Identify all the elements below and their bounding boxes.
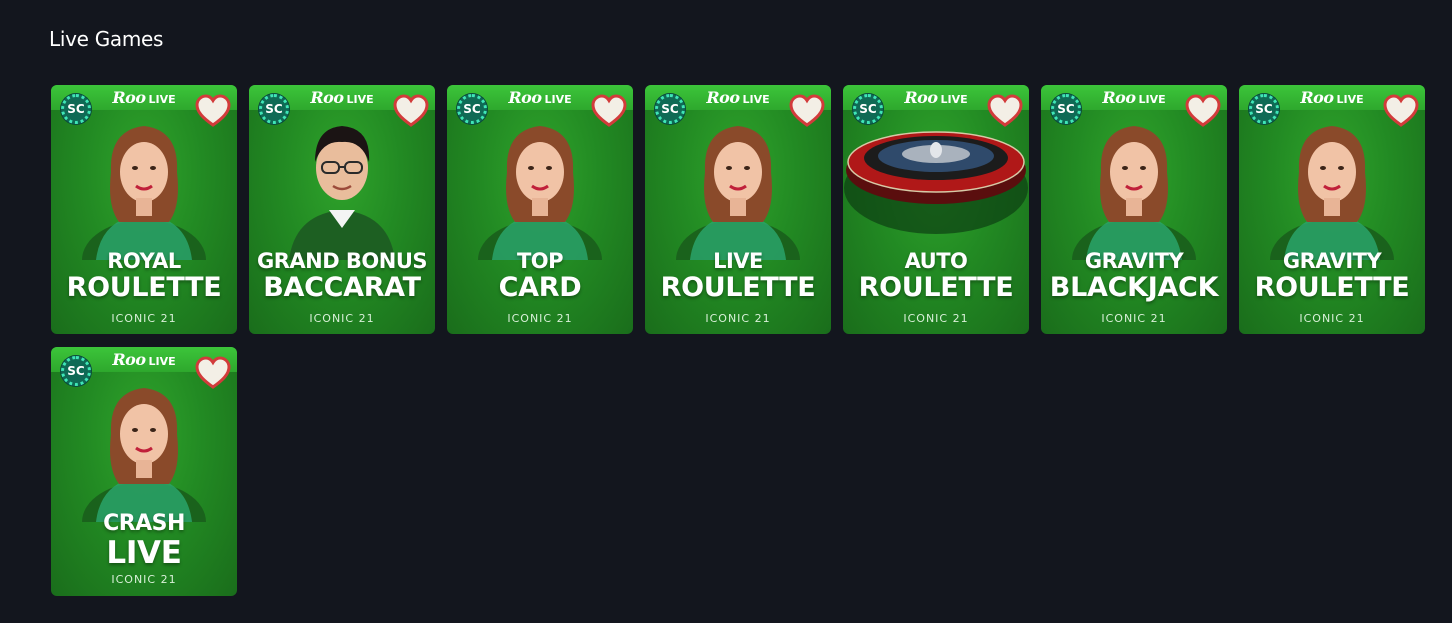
game-provider: ICONIC 21 (309, 312, 375, 325)
brand-roo: Roo (706, 88, 740, 107)
game-provider: ICONIC 21 (507, 312, 573, 325)
sc-coin-icon: SC (457, 94, 487, 124)
game-title-line1: AUTO (904, 249, 968, 273)
brand-roo: Roo (310, 88, 344, 107)
brand-live: LIVE (1138, 93, 1166, 106)
game-provider: ICONIC 21 (1299, 312, 1365, 325)
brand-roo: Roo (1102, 88, 1136, 107)
sc-label: SC (1057, 102, 1075, 116)
game-grid: Roo LIVE SC ROYAL ROULETTE ICONIC 21 Roo LIVE S… (51, 85, 1431, 596)
game-title-line2: BACCARAT (263, 272, 421, 303)
game-card[interactable]: Roo LIVE SC LIVE ROULETTE ICONIC 21 (645, 85, 831, 334)
roo-live-logo: Roo LIVE (112, 350, 175, 370)
favorite-heart-icon[interactable] (987, 94, 1023, 128)
sc-label: SC (67, 102, 85, 116)
sc-coin-icon: SC (853, 94, 883, 124)
game-card[interactable]: Roo LIVE SC TOP CARD ICONIC 21 (447, 85, 633, 334)
dealer-illustration (1072, 126, 1196, 300)
roo-live-logo: Roo LIVE (904, 88, 967, 108)
favorite-heart-icon[interactable] (1383, 94, 1419, 128)
game-provider: ICONIC 21 (903, 312, 969, 325)
sc-coin-icon: SC (655, 94, 685, 124)
dealer-illustration (1270, 126, 1394, 300)
game-artwork (843, 110, 1029, 260)
brand-live: LIVE (1336, 93, 1364, 106)
roo-live-logo: Roo LIVE (1300, 88, 1363, 108)
game-artwork (249, 110, 435, 260)
game-card[interactable]: Roo LIVE SC ROYAL ROULETTE ICONIC 21 (51, 85, 237, 334)
brand-roo: Roo (112, 350, 146, 369)
dealer-illustration (289, 126, 395, 260)
favorite-heart-icon[interactable] (591, 94, 627, 128)
brand-live: LIVE (148, 355, 176, 368)
roo-live-logo: Roo LIVE (706, 88, 769, 108)
sc-coin-icon: SC (61, 94, 91, 124)
sc-label: SC (859, 102, 877, 116)
game-artwork (447, 110, 633, 300)
favorite-heart-icon[interactable] (789, 94, 825, 128)
brand-live: LIVE (148, 93, 176, 106)
game-title-line1: GRAND BONUS (256, 249, 428, 273)
sc-label: SC (1255, 102, 1273, 116)
game-provider: ICONIC 21 (705, 312, 771, 325)
favorite-heart-icon[interactable] (393, 94, 429, 128)
brand-roo: Roo (508, 88, 542, 107)
game-artwork (1239, 110, 1425, 300)
sc-coin-icon: SC (61, 356, 91, 386)
game-title-line1: CRASH (103, 511, 185, 536)
brand-live: LIVE (346, 93, 374, 106)
brand-roo: Roo (904, 88, 938, 107)
favorite-heart-icon[interactable] (1185, 94, 1221, 128)
roo-live-logo: Roo LIVE (310, 88, 373, 108)
game-card[interactable]: Roo LIVE SC GRAND BONUS BACCARAT ICONIC 21 (249, 85, 435, 334)
favorite-heart-icon[interactable] (195, 356, 231, 390)
sc-label: SC (661, 102, 679, 116)
dealer-illustration (82, 388, 206, 562)
brand-roo: Roo (112, 88, 146, 107)
game-artwork (51, 110, 237, 300)
game-title-line2: ROULETTE (66, 272, 222, 303)
roo-live-logo: Roo LIVE (112, 88, 175, 108)
game-provider: ICONIC 21 (111, 312, 177, 325)
game-title-line1: ROYAL (107, 249, 181, 273)
game-artwork (51, 372, 237, 562)
roo-live-logo: Roo LIVE (1102, 88, 1165, 108)
game-card[interactable]: Roo LIVE SC GRAVITY BLACKJACK ICONIC 21 (1041, 85, 1227, 334)
game-provider: ICONIC 21 (111, 573, 177, 586)
sc-label: SC (67, 364, 85, 378)
game-title-line2: LIVE (106, 535, 182, 571)
game-title-line1: TOP (516, 249, 564, 273)
game-provider: ICONIC 21 (1101, 312, 1167, 325)
sc-label: SC (463, 102, 481, 116)
roulette-wheel-illustration (844, 131, 1028, 234)
game-artwork (645, 110, 831, 300)
section-title: Live Games (49, 27, 164, 51)
game-title-line2: BLACKJACK (1049, 272, 1219, 303)
brand-roo: Roo (1300, 88, 1334, 107)
brand-live: LIVE (940, 93, 968, 106)
game-title-line2: CARD (498, 272, 582, 303)
game-card[interactable]: Roo LIVE SC CRASH LIVE ICONIC 21 (51, 347, 237, 596)
sc-coin-icon: SC (259, 94, 289, 124)
game-card[interactable]: Roo LIVE SC GRAVITY ROULETTE ICONIC 21 (1239, 85, 1425, 334)
game-title-line1: GRAVITY (1084, 249, 1184, 273)
game-title-line1: GRAVITY (1282, 249, 1382, 273)
roo-live-logo: Roo LIVE (508, 88, 571, 108)
game-title-line2: ROULETTE (858, 272, 1014, 303)
sc-coin-icon: SC (1249, 94, 1279, 124)
brand-live: LIVE (742, 93, 770, 106)
game-title-line2: ROULETTE (660, 272, 816, 303)
game-card[interactable]: Roo LIVE SC AUTO ROULETTE ICONIC 21 (843, 85, 1029, 334)
dealer-illustration (478, 126, 602, 300)
sc-label: SC (265, 102, 283, 116)
sc-coin-icon: SC (1051, 94, 1081, 124)
dealer-illustration (82, 126, 206, 300)
game-artwork (1041, 110, 1227, 300)
game-title-line2: ROULETTE (1254, 272, 1410, 303)
game-title-line1: LIVE (713, 249, 763, 273)
favorite-heart-icon[interactable] (195, 94, 231, 128)
dealer-illustration (676, 126, 800, 300)
brand-live: LIVE (544, 93, 572, 106)
